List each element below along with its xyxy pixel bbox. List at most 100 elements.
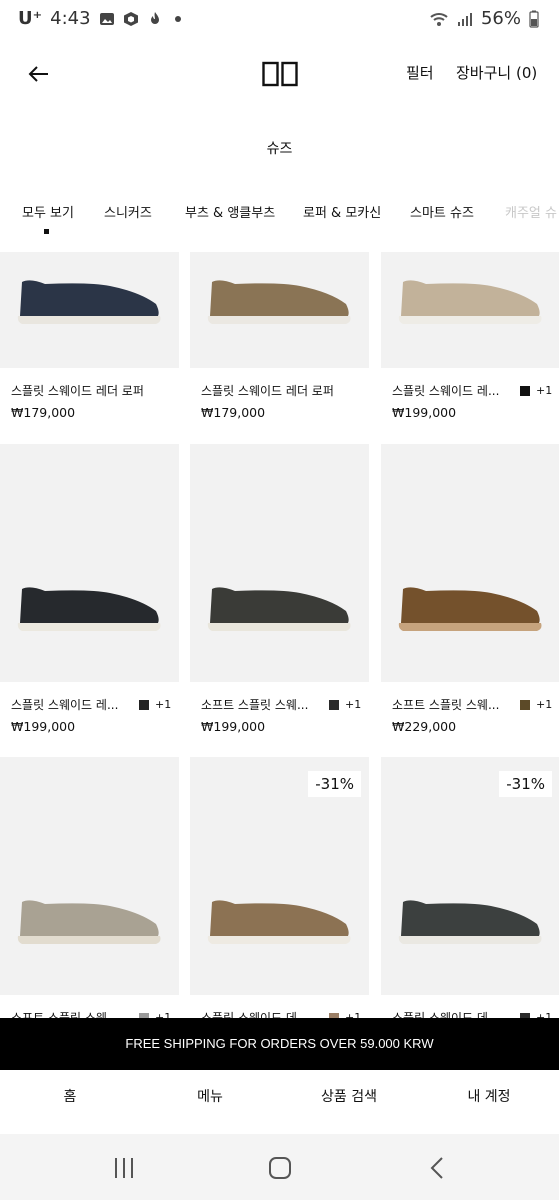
product-name[interactable]: 소프트 스플릿 스웨...: [201, 696, 313, 713]
battery-icon: [529, 10, 539, 28]
status-bar-left: U⁺ 4:43: [18, 8, 181, 29]
product-image[interactable]: [190, 444, 369, 682]
carrier-label: U⁺: [18, 8, 43, 29]
discount-badge: -31%: [308, 771, 361, 797]
shoe-illustration: [17, 587, 161, 631]
shoe-illustration: [17, 900, 161, 944]
more-colors-count: +1: [345, 698, 362, 711]
tab-all[interactable]: 모두 보기: [22, 202, 74, 221]
product-name[interactable]: 스플릿 스웨이드 레...: [11, 696, 123, 713]
product-image[interactable]: [0, 252, 179, 368]
product-card[interactable]: -31% 스플릿 스웨이드 데... +1: [381, 757, 559, 1018]
shoe-sole: [207, 936, 351, 944]
filter-button[interactable]: 필터: [406, 62, 434, 83]
product-name[interactable]: 스플릿 스웨이드 레...: [392, 382, 504, 399]
product-card[interactable]: 소프트 스플릿 스웨... ₩229,000 +1: [381, 444, 559, 752]
product-card[interactable]: 스플릿 스웨이드 레더 로퍼 ₩179,000: [0, 252, 179, 438]
nav-home[interactable]: 홈: [0, 1086, 140, 1106]
product-name[interactable]: 스플릿 스웨이드 레더 로퍼: [11, 382, 171, 399]
shoe-sole: [17, 316, 161, 324]
home-icon[interactable]: [266, 1154, 294, 1182]
top-navigation: 필터 장바구니 (0): [0, 40, 559, 110]
color-swatch[interactable]: [139, 700, 149, 710]
shoe-illustration: [398, 280, 542, 324]
back-icon[interactable]: [424, 1154, 452, 1182]
shoe-sole: [207, 623, 351, 631]
product-price: ₩179,000: [11, 405, 76, 420]
tab-smart-shoes[interactable]: 스마트 슈즈: [410, 202, 474, 221]
more-colors-count: +1: [345, 1011, 362, 1018]
cart-button[interactable]: 장바구니 (0): [456, 62, 537, 83]
shipping-banner: FREE SHIPPING FOR ORDERS OVER 59.000 KRW: [0, 1018, 559, 1070]
shoe-upper: [210, 900, 349, 936]
shoe-sole: [398, 623, 542, 631]
product-card[interactable]: 소프트 스플릿 스웨... +1: [0, 757, 179, 1018]
status-time: 4:43: [50, 8, 91, 29]
shoe-upper: [210, 587, 349, 623]
more-colors-count: +1: [155, 698, 172, 711]
tab-sneakers[interactable]: 스니커즈: [104, 202, 152, 221]
page-title: 슈즈: [266, 141, 293, 157]
product-price: ₩229,000: [392, 719, 457, 734]
back-arrow-icon[interactable]: [24, 60, 52, 88]
more-colors-count: +1: [536, 384, 553, 397]
shoe-upper: [20, 900, 159, 936]
nav-search[interactable]: 상품 검색: [279, 1086, 419, 1106]
tab-loafers[interactable]: 로퍼 & 모카신: [303, 202, 381, 221]
active-tab-indicator: [44, 229, 49, 234]
system-navigation-bar: [0, 1134, 559, 1200]
product-price: ₩199,000: [11, 719, 76, 734]
shoe-sole: [398, 936, 542, 944]
product-image[interactable]: [190, 252, 369, 368]
battery-level: 56%: [480, 8, 521, 29]
product-name[interactable]: 소프트 스플릿 스웨...: [392, 696, 504, 713]
color-swatch[interactable]: [329, 700, 339, 710]
shoe-upper: [401, 587, 540, 623]
shoe-illustration: [398, 587, 542, 631]
product-price: ₩199,000: [392, 405, 457, 420]
shoe-upper: [210, 280, 349, 316]
product-card[interactable]: 스플릿 스웨이드 레... ₩199,000 +1: [381, 252, 559, 438]
shoe-upper: [20, 280, 159, 316]
status-bar-right: 56%: [429, 8, 539, 29]
product-name[interactable]: 스플릿 스웨이드 데...: [392, 1009, 504, 1018]
wifi-icon: [430, 12, 448, 26]
product-name[interactable]: 스플릿 스웨이드 데...: [201, 1009, 313, 1018]
product-card[interactable]: 소프트 스플릿 스웨... ₩199,000 +1: [190, 444, 369, 752]
product-image[interactable]: [0, 444, 179, 682]
subcategory-tabs: 모두 보기 스니커즈 부츠 & 앵클부츠 로퍼 & 모카신 스마트 슈즈 캐주얼…: [0, 196, 559, 240]
product-card[interactable]: -31% 스플릿 스웨이드 데... +1: [190, 757, 369, 1018]
more-colors-count: +1: [536, 698, 553, 711]
product-card[interactable]: 스플릿 스웨이드 레... ₩199,000 +1: [0, 444, 179, 752]
shoe-sole: [17, 936, 161, 944]
product-name[interactable]: 스플릿 스웨이드 레더 로퍼: [201, 382, 361, 399]
shoe-upper: [401, 900, 540, 936]
recent-apps-icon[interactable]: [110, 1154, 138, 1182]
shoe-illustration: [17, 280, 161, 324]
nav-menu[interactable]: 메뉴: [140, 1086, 280, 1106]
nav-account[interactable]: 내 계정: [419, 1086, 559, 1106]
product-image[interactable]: [381, 252, 559, 368]
dot-icon: [174, 15, 181, 22]
brand-logo[interactable]: [262, 60, 298, 88]
more-colors-count: +1: [155, 1011, 172, 1018]
shoe-illustration: [207, 587, 351, 631]
color-swatch[interactable]: [520, 700, 530, 710]
product-price: ₩199,000: [201, 719, 266, 734]
product-price: ₩179,000: [201, 405, 266, 420]
product-image[interactable]: -31%: [190, 757, 369, 995]
product-image[interactable]: [0, 757, 179, 995]
shoe-sole: [17, 623, 161, 631]
product-card[interactable]: 스플릿 스웨이드 레더 로퍼 ₩179,000: [190, 252, 369, 438]
product-image[interactable]: -31%: [381, 757, 559, 995]
color-swatch[interactable]: [520, 386, 530, 396]
shoe-upper: [401, 280, 540, 316]
discount-badge: -31%: [499, 771, 552, 797]
tab-casual-shoes[interactable]: 캐주얼 슈: [505, 202, 557, 221]
product-name[interactable]: 소프트 스플릿 스웨...: [11, 1009, 123, 1018]
tab-boots[interactable]: 부츠 & 앵클부츠: [185, 202, 275, 221]
shoe-sole: [398, 316, 542, 324]
product-image[interactable]: [381, 444, 559, 682]
status-bar: U⁺ 4:43 56%: [0, 0, 559, 40]
shoe-illustration: [207, 280, 351, 324]
